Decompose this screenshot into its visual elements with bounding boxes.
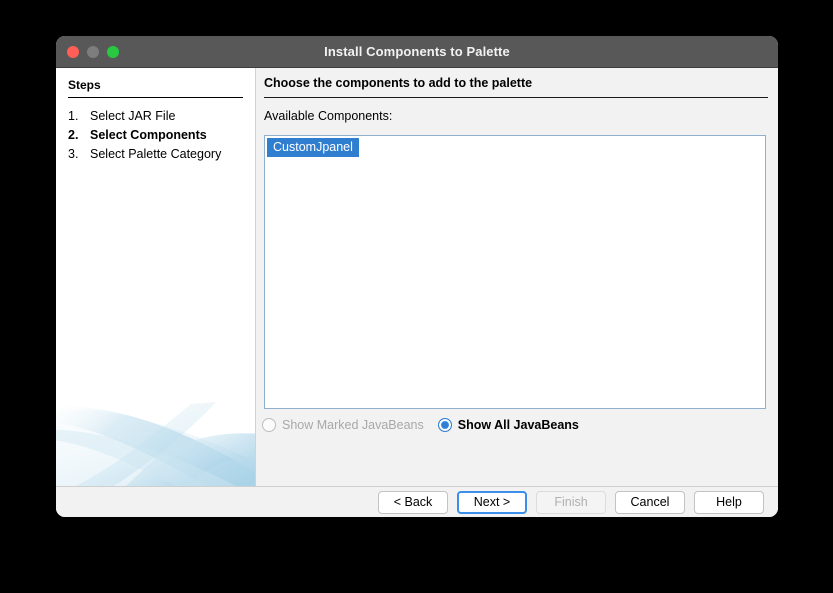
cancel-button[interactable]: Cancel: [615, 491, 685, 514]
radio-label: Show Marked JavaBeans: [282, 418, 424, 432]
help-button[interactable]: Help: [694, 491, 764, 514]
wizard-watermark-graphic: [56, 390, 255, 486]
wizard-body: Steps 1. Select JAR File 2. Select Compo…: [56, 68, 778, 486]
components-listbox[interactable]: CustomJpanel: [264, 135, 766, 409]
steps-divider: [68, 97, 243, 98]
step-label: Select Palette Category: [90, 147, 222, 161]
javabeans-filter-radio-group: Show Marked JavaBeans Show All JavaBeans: [262, 418, 579, 432]
window-title: Install Components to Palette: [324, 44, 510, 59]
step-number: 2.: [68, 128, 79, 142]
step-label: Select Components: [90, 128, 207, 142]
page-title: Choose the components to add to the pale…: [264, 76, 533, 90]
step-item-1: 1. Select JAR File: [68, 107, 248, 126]
back-button[interactable]: < Back: [378, 491, 448, 514]
radio-icon: [262, 418, 276, 432]
button-bar: < Back Next > Finish Cancel Help: [56, 486, 778, 517]
step-label: Select JAR File: [90, 109, 176, 123]
radio-selected-icon[interactable]: [437, 418, 452, 432]
radio-label: Show All JavaBeans: [457, 418, 579, 432]
next-button[interactable]: Next >: [457, 491, 527, 514]
title-bar[interactable]: Install Components to Palette: [56, 36, 778, 68]
step-number: 3.: [68, 147, 79, 161]
available-components-label: Available Components:: [264, 109, 393, 123]
wizard-window: Install Components to Palette Steps 1. S…: [56, 36, 778, 517]
radio-show-marked-javabeans: Show Marked JavaBeans: [262, 418, 424, 432]
list-item[interactable]: CustomJpanel: [267, 138, 359, 157]
step-item-2: 2. Select Components: [68, 126, 248, 145]
steps-panel: Steps 1. Select JAR File 2. Select Compo…: [56, 68, 256, 486]
step-item-3: 3. Select Palette Category: [68, 145, 248, 164]
step-number: 1.: [68, 109, 79, 123]
steps-list: 1. Select JAR File 2. Select Components …: [68, 107, 248, 164]
page-title-divider: [264, 97, 768, 98]
main-panel: Choose the components to add to the pale…: [256, 68, 778, 486]
steps-heading: Steps: [68, 78, 101, 92]
radio-show-all-javabeans[interactable]: Show All JavaBeans: [437, 418, 579, 432]
finish-button: Finish: [536, 491, 606, 514]
